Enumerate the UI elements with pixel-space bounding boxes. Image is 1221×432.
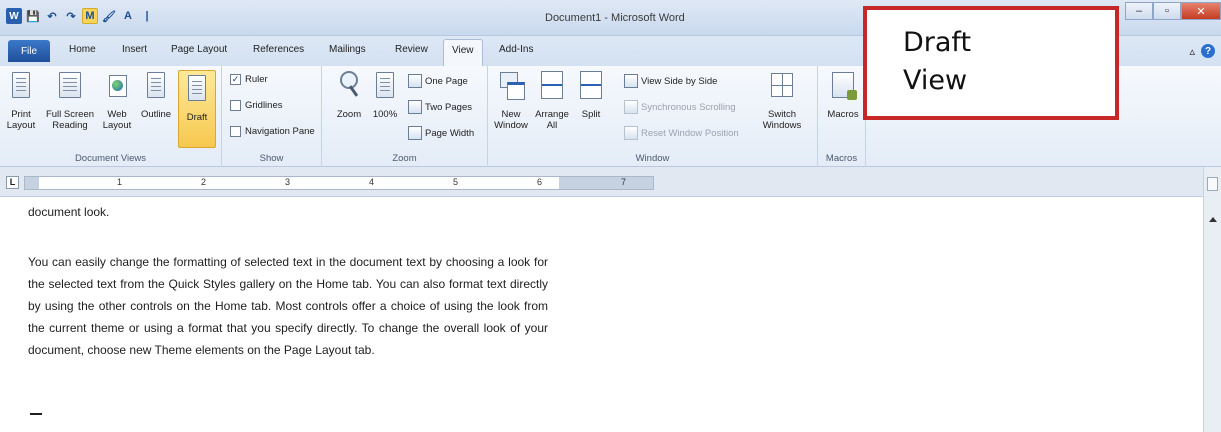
ruler-number: 1 bbox=[117, 177, 123, 187]
draft-view-callout: Draft View bbox=[863, 6, 1119, 120]
highlight-icon[interactable]: M bbox=[82, 8, 98, 24]
ruler-number: 7 bbox=[621, 177, 627, 187]
synchronous-scrolling-icon bbox=[624, 100, 638, 114]
customize-toolbar-icon[interactable]: | bbox=[139, 8, 155, 24]
switch-windows-button[interactable]: Switch Windows bbox=[760, 70, 804, 131]
navigation-pane-checkbox[interactable]: Navigation Pane bbox=[230, 126, 315, 137]
gridlines-checkbox[interactable]: Gridlines bbox=[230, 100, 283, 111]
outline-icon bbox=[147, 72, 165, 98]
zoom-100-button[interactable]: 100% bbox=[370, 70, 400, 120]
print-layout-icon bbox=[12, 72, 30, 98]
page-width-button[interactable]: Page Width bbox=[408, 126, 474, 140]
scroll-up-icon[interactable] bbox=[1209, 217, 1217, 222]
tab-file[interactable]: File bbox=[8, 40, 50, 62]
group-show: ✓ Ruler Gridlines Navigation Pane Show bbox=[222, 66, 322, 167]
paragraph[interactable]: You can easily change the formatting of … bbox=[28, 251, 548, 361]
view-ruler-toggle[interactable] bbox=[1207, 177, 1218, 191]
tab-insert[interactable]: Insert bbox=[122, 44, 147, 55]
arrange-all-icon bbox=[541, 71, 563, 99]
new-window-button[interactable]: New Window bbox=[494, 70, 528, 131]
reset-window-position-icon bbox=[624, 126, 638, 140]
zoom-button[interactable]: Zoom bbox=[334, 70, 364, 120]
font-color-icon[interactable]: A bbox=[120, 8, 136, 24]
callout-line-2: View bbox=[903, 65, 968, 96]
ruler-number: 4 bbox=[369, 177, 375, 187]
ruler-number: 6 bbox=[537, 177, 543, 187]
tab-review[interactable]: Review bbox=[395, 44, 428, 55]
web-layout-icon bbox=[107, 73, 127, 97]
full-screen-reading-icon bbox=[59, 72, 81, 98]
undo-icon[interactable]: ↶ bbox=[44, 8, 60, 24]
close-button[interactable]: ✕ bbox=[1181, 2, 1221, 20]
tab-home[interactable]: Home bbox=[69, 44, 96, 55]
help-icon[interactable]: ? bbox=[1201, 44, 1215, 58]
ruler-number: 5 bbox=[453, 177, 459, 187]
zoom-icon bbox=[338, 70, 360, 100]
synchronous-scrolling-button[interactable]: Synchronous Scrolling bbox=[624, 100, 736, 114]
group-window: New Window Arrange All Split View Side b… bbox=[488, 66, 818, 167]
print-layout-button[interactable]: Print Layout bbox=[6, 70, 36, 131]
ruler-bar: L 1 2 3 4 5 6 7 bbox=[0, 167, 1221, 197]
restore-button[interactable]: ▫ bbox=[1153, 2, 1181, 20]
paragraph[interactable]: document look. bbox=[28, 201, 548, 223]
new-window-icon bbox=[500, 72, 525, 100]
reset-window-position-button[interactable]: Reset Window Position bbox=[624, 126, 739, 140]
group-label-window: Window bbox=[635, 153, 670, 164]
save-icon[interactable]: 💾 bbox=[25, 8, 41, 24]
draft-button[interactable]: Draft bbox=[178, 70, 216, 148]
group-label-show: Show bbox=[259, 153, 284, 164]
word-icon[interactable]: W bbox=[6, 8, 22, 24]
switch-windows-icon bbox=[771, 73, 793, 97]
view-side-by-side-button[interactable]: View Side by Side bbox=[624, 74, 717, 88]
two-pages-button[interactable]: Two Pages bbox=[408, 100, 472, 114]
minimize-button[interactable]: – bbox=[1125, 2, 1153, 20]
ruler-checkbox[interactable]: ✓ Ruler bbox=[230, 74, 268, 85]
web-layout-button[interactable]: Web Layout bbox=[100, 70, 134, 131]
outline-button[interactable]: Outline bbox=[138, 70, 174, 120]
horizontal-ruler[interactable]: 1 2 3 4 5 6 7 bbox=[24, 176, 654, 190]
redo-icon[interactable]: ↷ bbox=[63, 8, 79, 24]
two-pages-icon bbox=[408, 100, 422, 114]
minimize-ribbon-icon[interactable]: ▵ bbox=[1189, 45, 1195, 58]
ruler-number: 3 bbox=[285, 177, 291, 187]
window-controls: – ▫ ✕ bbox=[1125, 2, 1221, 20]
split-button[interactable]: Split bbox=[578, 70, 604, 120]
tab-selector[interactable]: L bbox=[6, 176, 19, 189]
zoom-100-icon bbox=[376, 72, 394, 98]
document-area[interactable]: document look. You can easily change the… bbox=[0, 197, 1203, 432]
ruler-number: 2 bbox=[201, 177, 207, 187]
draft-icon bbox=[188, 75, 206, 101]
tab-add-ins[interactable]: Add-Ins bbox=[499, 44, 533, 55]
tab-references[interactable]: References bbox=[253, 44, 304, 55]
window-title: Document1 - Microsoft Word bbox=[545, 12, 685, 24]
tab-page-layout[interactable]: Page Layout bbox=[171, 44, 227, 55]
page-width-icon bbox=[408, 126, 422, 140]
quick-access-toolbar: W 💾 ↶ ↷ M 🖌 A | bbox=[6, 8, 155, 24]
vertical-scrollbar[interactable] bbox=[1203, 167, 1221, 432]
group-document-views: Print Layout Full Screen Reading Web Lay… bbox=[0, 66, 222, 167]
one-page-icon bbox=[408, 74, 422, 88]
text-cursor bbox=[30, 413, 42, 415]
ribbon-right-controls: ▵ ? bbox=[1189, 44, 1215, 58]
macros-button[interactable]: Macros bbox=[826, 70, 860, 120]
group-macros: Macros Macros bbox=[818, 66, 866, 167]
group-label-document-views: Document Views bbox=[74, 153, 147, 164]
view-side-by-side-icon bbox=[624, 74, 638, 88]
group-label-macros: Macros bbox=[825, 153, 858, 164]
one-page-button[interactable]: One Page bbox=[408, 74, 468, 88]
callout-line-1: Draft bbox=[903, 27, 972, 58]
tab-mailings[interactable]: Mailings bbox=[329, 44, 366, 55]
full-screen-reading-button[interactable]: Full Screen Reading bbox=[44, 70, 96, 131]
group-label-zoom: Zoom bbox=[392, 153, 417, 164]
split-icon bbox=[580, 71, 602, 99]
macros-icon bbox=[832, 72, 857, 100]
group-zoom: Zoom 100% One Page Two Pages Page Width … bbox=[322, 66, 488, 167]
format-painter-icon[interactable]: 🖌 bbox=[101, 8, 117, 24]
arrange-all-button[interactable]: Arrange All bbox=[534, 70, 570, 131]
tab-view[interactable]: View bbox=[443, 39, 483, 67]
